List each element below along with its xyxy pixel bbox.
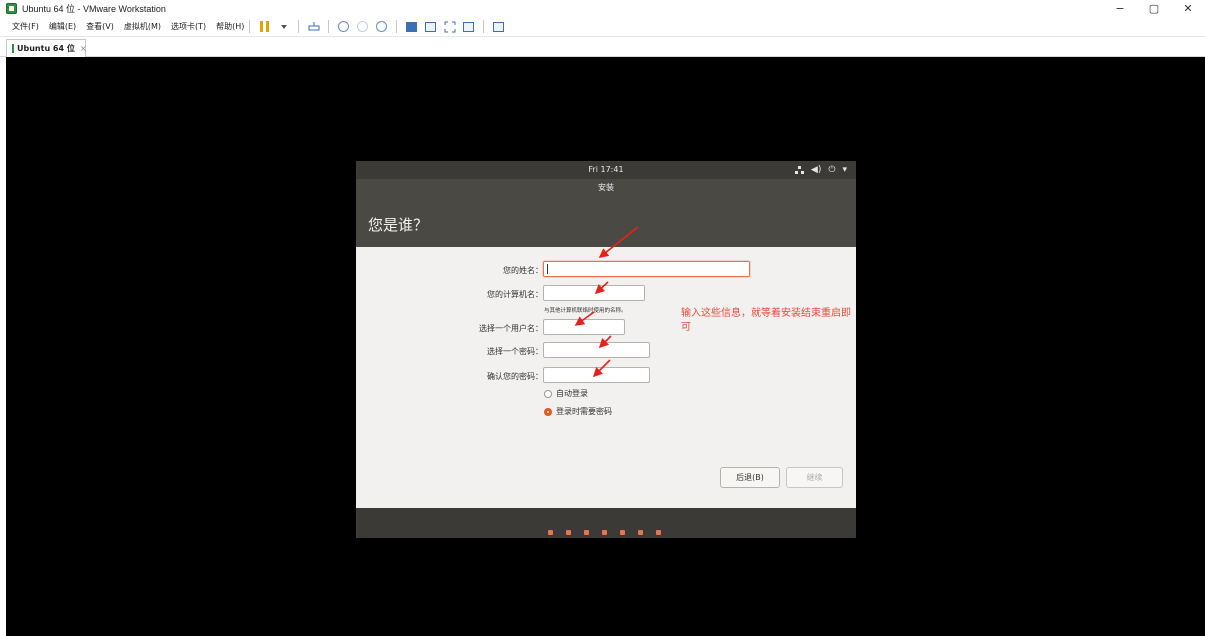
progress-dot bbox=[584, 530, 589, 535]
username-label: 选择一个用户名： bbox=[479, 324, 543, 333]
name-label: 您的姓名： bbox=[503, 266, 543, 275]
toolbar-separator bbox=[298, 20, 300, 33]
menu-file[interactable]: 文件(F) bbox=[12, 21, 39, 32]
snapshot-icon[interactable] bbox=[337, 20, 350, 33]
progress-dot bbox=[566, 530, 571, 535]
clock[interactable]: Fri 17:41 bbox=[356, 161, 856, 179]
name-field[interactable] bbox=[543, 261, 750, 277]
menu-bar: 文件(F) 编辑(E) 查看(V) 虚拟机(M) 选项卡(T) 帮助(H) bbox=[0, 17, 1205, 37]
auto-login-option[interactable]: 自动登录 bbox=[544, 388, 588, 399]
unity-mode-icon[interactable] bbox=[462, 20, 475, 33]
toolbar-separator bbox=[328, 20, 330, 33]
text-caret bbox=[547, 264, 548, 274]
page-title: 您是谁？ bbox=[368, 216, 429, 234]
ubuntu-installer-window: Fri 17:41 ◀) ⏻ ▾ 安装 您是谁？ 您的姓名： 您的计算机名： 与… bbox=[356, 161, 856, 538]
computer-name-hint: 与其他计算机联络时使用的名称。 bbox=[544, 308, 627, 314]
password-field[interactable] bbox=[543, 342, 650, 358]
instruction-annotation: 输入这些信息，就等着安装结束重启即可 bbox=[681, 308, 851, 333]
menu-view[interactable]: 查看(V) bbox=[86, 21, 114, 32]
username-field[interactable] bbox=[543, 319, 625, 335]
progress-dot bbox=[638, 530, 643, 535]
toolbar-separator bbox=[483, 20, 485, 33]
vm-display[interactable]: Fri 17:41 ◀) ⏻ ▾ 安装 您是谁？ 您的姓名： 您的计算机名： 与… bbox=[6, 57, 1205, 636]
tab-label: Ubuntu 64 位 bbox=[17, 44, 75, 53]
console-view-icon[interactable] bbox=[492, 20, 505, 33]
minimize-button[interactable]: − bbox=[1103, 0, 1137, 17]
chevron-down-icon: ▾ bbox=[842, 165, 847, 175]
close-button[interactable]: ✕ bbox=[1171, 0, 1205, 17]
vm-icon bbox=[12, 44, 14, 53]
toolbar-separator bbox=[396, 20, 398, 33]
full-screen-icon[interactable] bbox=[443, 20, 456, 33]
menu-vm[interactable]: 虚拟机(M) bbox=[124, 21, 161, 32]
auto-login-radio[interactable] bbox=[544, 389, 552, 398]
send-keys-icon[interactable] bbox=[307, 20, 320, 33]
progress-dot bbox=[656, 530, 661, 535]
thumbnail-view-icon[interactable] bbox=[424, 20, 437, 33]
tab-close-icon[interactable]: × bbox=[80, 44, 87, 53]
progress-dot bbox=[620, 530, 625, 535]
restore-snapshot-icon[interactable] bbox=[356, 20, 369, 33]
volume-icon: ◀) bbox=[810, 165, 822, 175]
password-label: 选择一个密码： bbox=[487, 347, 543, 356]
power-dropdown-chevron-icon[interactable] bbox=[277, 20, 290, 33]
menu-help[interactable]: 帮助(H) bbox=[216, 21, 244, 32]
computer-name-field[interactable] bbox=[543, 285, 645, 301]
window-controls: − ▢ ✕ bbox=[1103, 0, 1205, 17]
installer-title: 安装 bbox=[598, 183, 614, 192]
vmware-app-icon bbox=[6, 3, 17, 14]
require-password-radio[interactable] bbox=[544, 407, 552, 416]
progress-dot bbox=[602, 530, 607, 535]
continue-button[interactable]: 继续 bbox=[786, 467, 843, 488]
installer-progress-band bbox=[356, 508, 856, 538]
power-icon: ⏻ bbox=[828, 165, 836, 175]
menu-tabs[interactable]: 选项卡(T) bbox=[171, 21, 206, 32]
tab-ubuntu-vm[interactable]: Ubuntu 64 位 × bbox=[6, 39, 87, 57]
snapshot-manager-icon[interactable] bbox=[375, 20, 388, 33]
progress-dot bbox=[548, 530, 553, 535]
pause-icon[interactable] bbox=[258, 20, 271, 33]
progress-dots bbox=[548, 530, 674, 535]
auto-login-label: 自动登录 bbox=[556, 389, 588, 398]
network-icon bbox=[794, 166, 804, 174]
page-heading-band: 您是谁？ bbox=[356, 201, 856, 247]
vm-tab-strip: Ubuntu 64 位 × bbox=[0, 37, 1205, 57]
back-button[interactable]: 后退(B) bbox=[720, 467, 780, 488]
ubuntu-top-bar: Fri 17:41 ◀) ⏻ ▾ bbox=[356, 161, 856, 179]
library-view-icon[interactable] bbox=[405, 20, 418, 33]
confirm-password-field[interactable] bbox=[543, 367, 650, 383]
menu-edit[interactable]: 编辑(E) bbox=[49, 21, 76, 32]
toolbar-separator bbox=[249, 20, 251, 33]
require-password-label: 登录时需要密码 bbox=[556, 407, 612, 416]
confirm-password-label: 确认您的密码： bbox=[487, 372, 543, 381]
computer-name-label: 您的计算机名： bbox=[487, 290, 543, 299]
system-tray[interactable]: ◀) ⏻ ▾ bbox=[794, 161, 847, 179]
window-title-bar: Ubuntu 64 位 - VMware Workstation − ▢ ✕ bbox=[0, 0, 1205, 17]
installer-header-bar: 安装 bbox=[356, 179, 856, 201]
window-title: Ubuntu 64 位 - VMware Workstation bbox=[22, 4, 166, 14]
require-password-option[interactable]: 登录时需要密码 bbox=[544, 406, 612, 417]
maximize-button[interactable]: ▢ bbox=[1137, 0, 1171, 17]
